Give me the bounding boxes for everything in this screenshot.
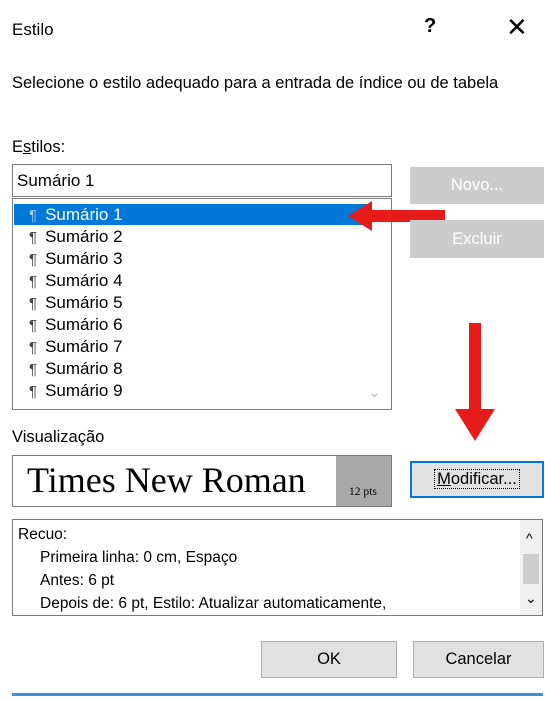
close-icon[interactable]: ✕ xyxy=(506,14,528,40)
styles-input[interactable]: Sumário 1 xyxy=(12,164,392,197)
pilcrow-icon: ¶ xyxy=(29,383,38,400)
list-item-label: Sumário 1 xyxy=(45,205,123,224)
preview-font-size: 12 pts xyxy=(349,486,377,498)
pilcrow-icon: ¶ xyxy=(29,361,38,378)
modify-label-access-key: M xyxy=(437,470,451,488)
list-item[interactable]: ¶ Sumário 4 xyxy=(19,270,367,291)
styles-label: Estilos: xyxy=(12,138,65,157)
styles-label-suffix: tilos: xyxy=(31,138,66,156)
modify-label-suffix: odificar... xyxy=(450,470,517,488)
pilcrow-icon: ¶ xyxy=(29,273,38,290)
styles-list[interactable]: ¶ Sumário 1 ¶ Sumário 2 ¶ Sumário 3 ¶ Sumári… xyxy=(12,198,392,410)
preview-font-name: Times New Roman xyxy=(27,460,306,500)
list-item-label: Sumário 6 xyxy=(45,315,123,334)
dialog-description: Selecione o estilo adequado para a entra… xyxy=(12,74,499,92)
list-item[interactable]: ¶ Sumário 9 xyxy=(19,380,367,401)
preview-box: Times New Roman 12 pts xyxy=(12,455,392,507)
list-item-label: Sumário 4 xyxy=(45,271,123,290)
list-item[interactable]: ¶ Sumário 1 xyxy=(14,204,367,225)
pilcrow-icon: ¶ xyxy=(29,251,38,268)
cancel-button[interactable]: Cancelar xyxy=(413,641,544,678)
bottom-accent-line xyxy=(12,693,543,696)
dialog-title: Estilo xyxy=(12,20,54,39)
list-item-label: Sumário 8 xyxy=(45,359,123,378)
description-scrollbar[interactable]: ^ ⌄ xyxy=(520,520,542,615)
list-item[interactable]: ¶ Sumário 8 xyxy=(19,358,367,379)
red-arrow-down-icon xyxy=(455,323,495,441)
description-line: Antes: 6 pt xyxy=(40,572,115,589)
description-line: Depois de: 6 pt, Estilo: Atualizar autom… xyxy=(40,595,387,612)
list-item-label: Sumário 7 xyxy=(45,337,123,356)
pilcrow-icon: ¶ xyxy=(29,229,38,246)
preview-size-box: 12 pts xyxy=(336,456,391,506)
ok-button[interactable]: OK xyxy=(261,641,397,678)
list-item-label: Sumário 2 xyxy=(45,227,123,246)
scrollbar-thumb[interactable] xyxy=(523,554,539,584)
list-item[interactable]: ¶ Sumário 3 xyxy=(19,248,367,269)
modify-button-label: Modificar... xyxy=(434,469,520,489)
new-button[interactable]: Novo... xyxy=(410,167,544,204)
modify-button[interactable]: Modificar... xyxy=(410,461,544,498)
pilcrow-icon: ¶ xyxy=(29,207,38,224)
list-item[interactable]: ¶ Sumário 7 xyxy=(19,336,367,357)
chevron-up-icon[interactable]: ^ xyxy=(526,530,533,546)
preview-label: Visualização xyxy=(12,428,105,446)
chevron-down-icon[interactable]: ⌄ xyxy=(525,590,537,607)
description-line: Recuo: xyxy=(18,526,68,543)
pilcrow-icon: ¶ xyxy=(29,339,38,356)
list-item-label: Sumário 3 xyxy=(45,249,123,268)
pilcrow-icon: ¶ xyxy=(29,295,38,312)
style-description-box[interactable]: Recuo: Primeira linha: 0 cm, Espaço Ante… xyxy=(12,519,543,616)
description-line: Primeira linha: 0 cm, Espaço xyxy=(40,549,238,566)
list-item[interactable]: ¶ Sumário 6 xyxy=(19,314,367,335)
delete-button[interactable]: Excluir xyxy=(410,220,544,258)
help-button[interactable]: ? xyxy=(424,15,436,38)
list-item-label: Sumário 5 xyxy=(45,293,123,312)
list-item-label: Sumário 9 xyxy=(45,381,123,400)
styles-label-prefix: E xyxy=(12,138,24,156)
list-item[interactable]: ¶ Sumário 2 xyxy=(19,226,367,247)
list-item[interactable]: ¶ Sumário 5 xyxy=(19,292,367,313)
chevron-down-icon[interactable]: ⌄ xyxy=(369,385,380,401)
pilcrow-icon: ¶ xyxy=(29,317,38,334)
